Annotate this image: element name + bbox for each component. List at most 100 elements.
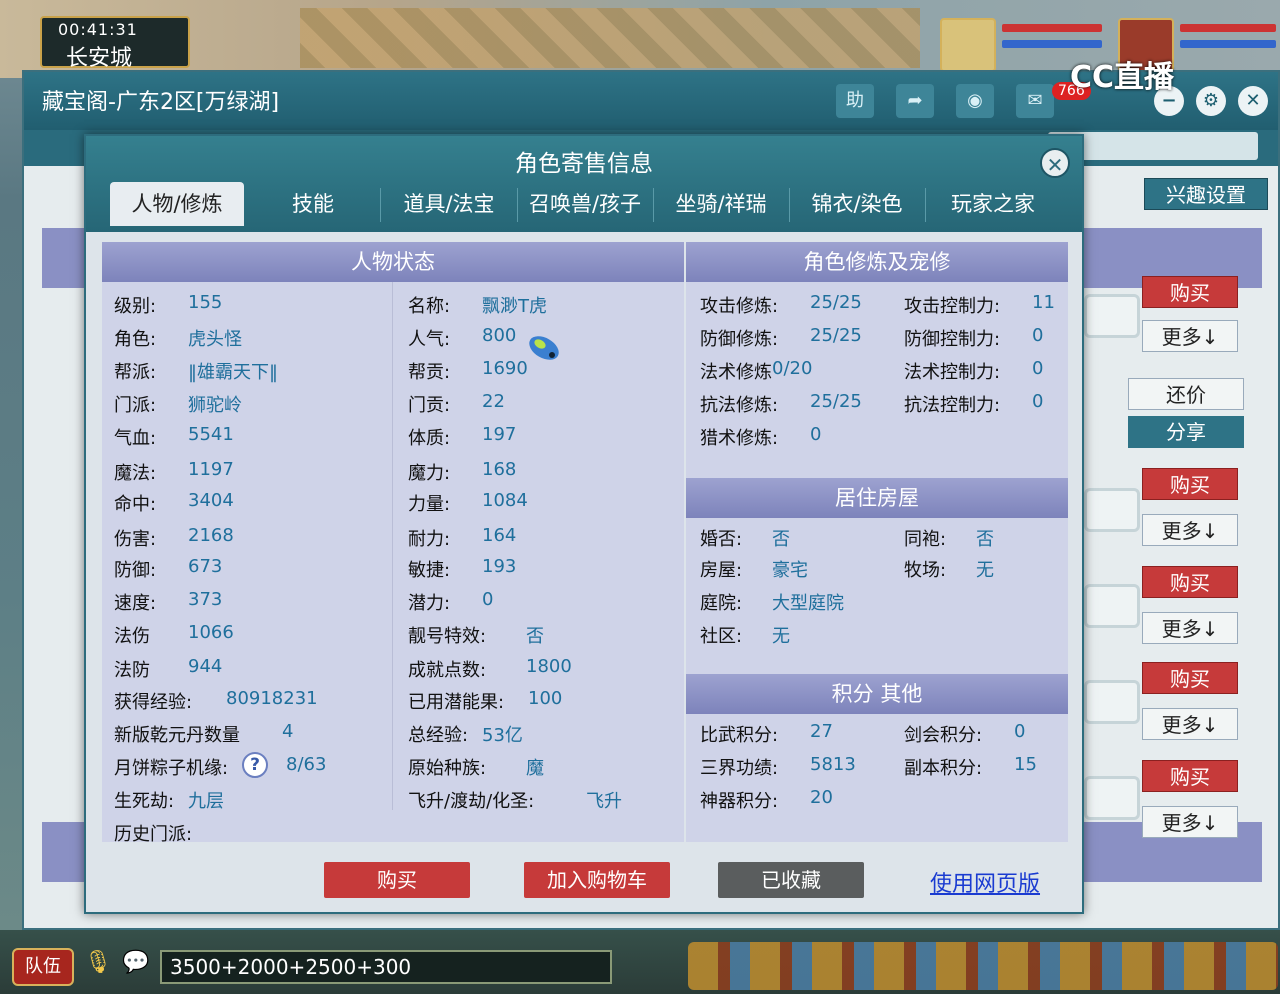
cart-icon[interactable] (1084, 584, 1140, 628)
share-arrow-icon[interactable]: ➦ (896, 84, 934, 118)
shop-title: 藏宝阁-广东2区[万绿湖] (42, 90, 280, 115)
stat-label: 敏捷: (408, 560, 451, 581)
stat-value: 100 (528, 688, 563, 709)
game-bottom-bar: 队伍 🎙 💬 3500+2000+2500+300 (0, 930, 1280, 994)
info-value: 0 (1032, 391, 1044, 412)
buy-button[interactable]: 购买 (1142, 760, 1238, 792)
tab-mounts[interactable]: 坐骑/祥瑞 (654, 182, 788, 226)
help-icon[interactable]: ? (242, 752, 268, 778)
team-button[interactable]: 队伍 (12, 948, 74, 986)
more-button[interactable]: 更多↓ (1142, 320, 1238, 352)
clock-time: 00:41:31 (58, 20, 138, 39)
buy-button[interactable]: 购买 (1142, 276, 1238, 308)
role-sale-dialog: 角色寄售信息 ✕ 人物/修炼 技能 道具/法宝 召唤兽/孩子 坐骑/祥瑞 锦衣/… (84, 134, 1084, 914)
chat-bubble-icon[interactable]: 💬 (122, 950, 149, 975)
stat-value: 虎头怪 (188, 329, 242, 350)
more-button[interactable]: 更多↓ (1142, 708, 1238, 740)
stat-value: 1690 (482, 358, 528, 379)
more-button[interactable]: 更多↓ (1142, 806, 1238, 838)
stat-label: 总经验: (408, 725, 469, 746)
info-label: 攻击控制力: (904, 296, 1001, 317)
stat-label: 原始种族: (408, 758, 487, 779)
info-label: 婚否: (700, 529, 743, 550)
stat-label: 魔力: (408, 463, 451, 484)
stat-value: 800 (482, 325, 517, 346)
info-value: 无 (772, 626, 790, 647)
info-value: 25/25 (810, 391, 862, 412)
tab-items[interactable]: 道具/法宝 (382, 182, 516, 226)
chat-input[interactable]: 3500+2000+2500+300 (160, 950, 612, 984)
info-value: 15 (1014, 754, 1037, 775)
cart-icon[interactable] (1084, 488, 1140, 532)
stat-value: 狮驼岭 (188, 395, 242, 416)
share-button[interactable]: 分享 (1128, 416, 1244, 448)
stat-value: 1800 (526, 656, 572, 677)
stat-value: 673 (188, 556, 223, 577)
help-button[interactable]: 助 (836, 84, 874, 118)
buy-button[interactable]: 购买 (1142, 566, 1238, 598)
stat-value: 197 (482, 424, 517, 445)
info-value: 0/20 (772, 358, 813, 379)
cart-icon[interactable] (1084, 680, 1140, 724)
stat-value: 80918231 (226, 688, 318, 709)
info-value: 无 (976, 560, 994, 581)
info-label: 房屋: (700, 560, 743, 581)
pet-portrait[interactable] (940, 18, 996, 72)
stat-label: 获得经验: (114, 692, 193, 713)
stat-label: 靓号特效: (408, 626, 487, 647)
tab-summons[interactable]: 召唤兽/孩子 (518, 182, 652, 226)
stat-label: 名称: (408, 296, 451, 317)
stat-value: 53亿 (482, 725, 523, 746)
favorited-button[interactable]: 已收藏 (718, 862, 864, 898)
info-label: 牧场: (904, 560, 947, 581)
info-value: 0 (810, 424, 822, 445)
info-label: 三界功绩: (700, 758, 779, 779)
info-value: 0 (1032, 325, 1044, 346)
player-hp-bar (1180, 24, 1276, 32)
tab-skills[interactable]: 技能 (246, 182, 380, 226)
cart-icon[interactable] (1084, 776, 1140, 820)
stat-value: 九层 (188, 791, 224, 812)
add-to-cart-button[interactable]: 加入购物车 (524, 862, 670, 898)
status-panel: 人物状态 级别: 155 角色: 虎头怪 帮派: ‖雄霸天下‖ 门派: 狮驼岭 气血: 5541 魔… (102, 242, 684, 845)
tab-character[interactable]: 人物/修炼 (110, 182, 244, 226)
more-button[interactable]: 更多↓ (1142, 514, 1238, 546)
info-label: 防御控制力: (904, 329, 1001, 350)
toolbar-icons[interactable] (688, 942, 1278, 990)
close-icon[interactable]: ✕ (1040, 148, 1070, 178)
info-label: 同袍: (904, 529, 947, 550)
cart-icon[interactable] (1084, 294, 1140, 338)
stat-value: 飘渺T虎 (482, 296, 547, 317)
cc-live-watermark: CC直播 (1070, 60, 1175, 95)
info-label: 比武积分: (700, 725, 779, 746)
tab-divider (380, 188, 381, 222)
web-version-link[interactable]: 使用网页版 (930, 866, 1040, 898)
info-label: 抗法控制力: (904, 395, 1001, 416)
stat-value: 3404 (188, 490, 234, 511)
stat-value: 944 (188, 656, 223, 677)
microphone-icon[interactable]: 🎙 (84, 950, 112, 975)
buy-button[interactable]: 购买 (324, 862, 470, 898)
stat-value: ‖雄霸天下‖ (188, 362, 278, 383)
interest-settings-button[interactable]: 兴趣设置 (1144, 178, 1268, 210)
info-value: 大型庭院 (772, 593, 844, 614)
message-icon[interactable]: ✉ (1016, 84, 1054, 118)
info-label: 抗法修炼: (700, 395, 779, 416)
info-value: 11 (1032, 292, 1055, 313)
info-label: 猎术修炼: (700, 428, 779, 449)
dialog-title: 角色寄售信息 (515, 151, 653, 177)
tab-outfits[interactable]: 锦衣/染色 (790, 182, 924, 226)
counter-offer-button[interactable]: 还价 (1128, 378, 1244, 410)
buy-button[interactable]: 购买 (1142, 468, 1238, 500)
stat-label: 生死劫: (114, 791, 175, 812)
stat-value: 否 (526, 626, 544, 647)
stat-label: 法伤 (114, 626, 150, 647)
stat-label: 门贡: (408, 395, 451, 416)
close-icon[interactable]: ✕ (1238, 86, 1268, 116)
more-button[interactable]: 更多↓ (1142, 612, 1238, 644)
tab-player-home[interactable]: 玩家之家 (926, 182, 1060, 226)
buy-button[interactable]: 购买 (1142, 662, 1238, 694)
gear-icon[interactable]: ⚙ (1196, 86, 1226, 116)
stop-icon[interactable]: ◉ (956, 84, 994, 118)
info-label: 法术修炼 (700, 362, 772, 383)
